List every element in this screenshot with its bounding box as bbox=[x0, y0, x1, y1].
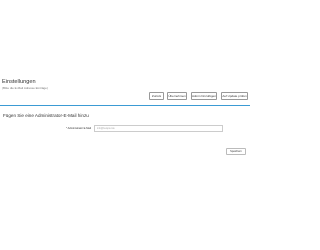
extra-button[interactable]: Übernehmen bbox=[167, 92, 187, 100]
admin-email-field[interactable] bbox=[94, 125, 223, 132]
header-divider bbox=[0, 105, 250, 106]
page-title: Einstellungen bbox=[2, 79, 36, 85]
settings-page: Einstellungen (Bitte die E-Mail Adresse … bbox=[0, 0, 250, 250]
email-label: * Administrator E-Mail bbox=[66, 127, 91, 130]
add-admin-button[interactable]: Admin hinzufügen bbox=[191, 92, 217, 100]
back-button[interactable]: Zurück bbox=[149, 92, 164, 100]
page-subtitle: (Bitte die E-Mail Adresse Einträge) bbox=[2, 86, 48, 90]
toolbar: Zurück Übernehmen Admin hinzufügen Auf U… bbox=[0, 92, 250, 101]
check-update-button[interactable]: Auf Update prüfen bbox=[221, 92, 248, 100]
section-title: Fügen Sie eine Administrator-E-Mail hinz… bbox=[3, 113, 89, 118]
save-button[interactable]: Speichern bbox=[226, 148, 246, 155]
